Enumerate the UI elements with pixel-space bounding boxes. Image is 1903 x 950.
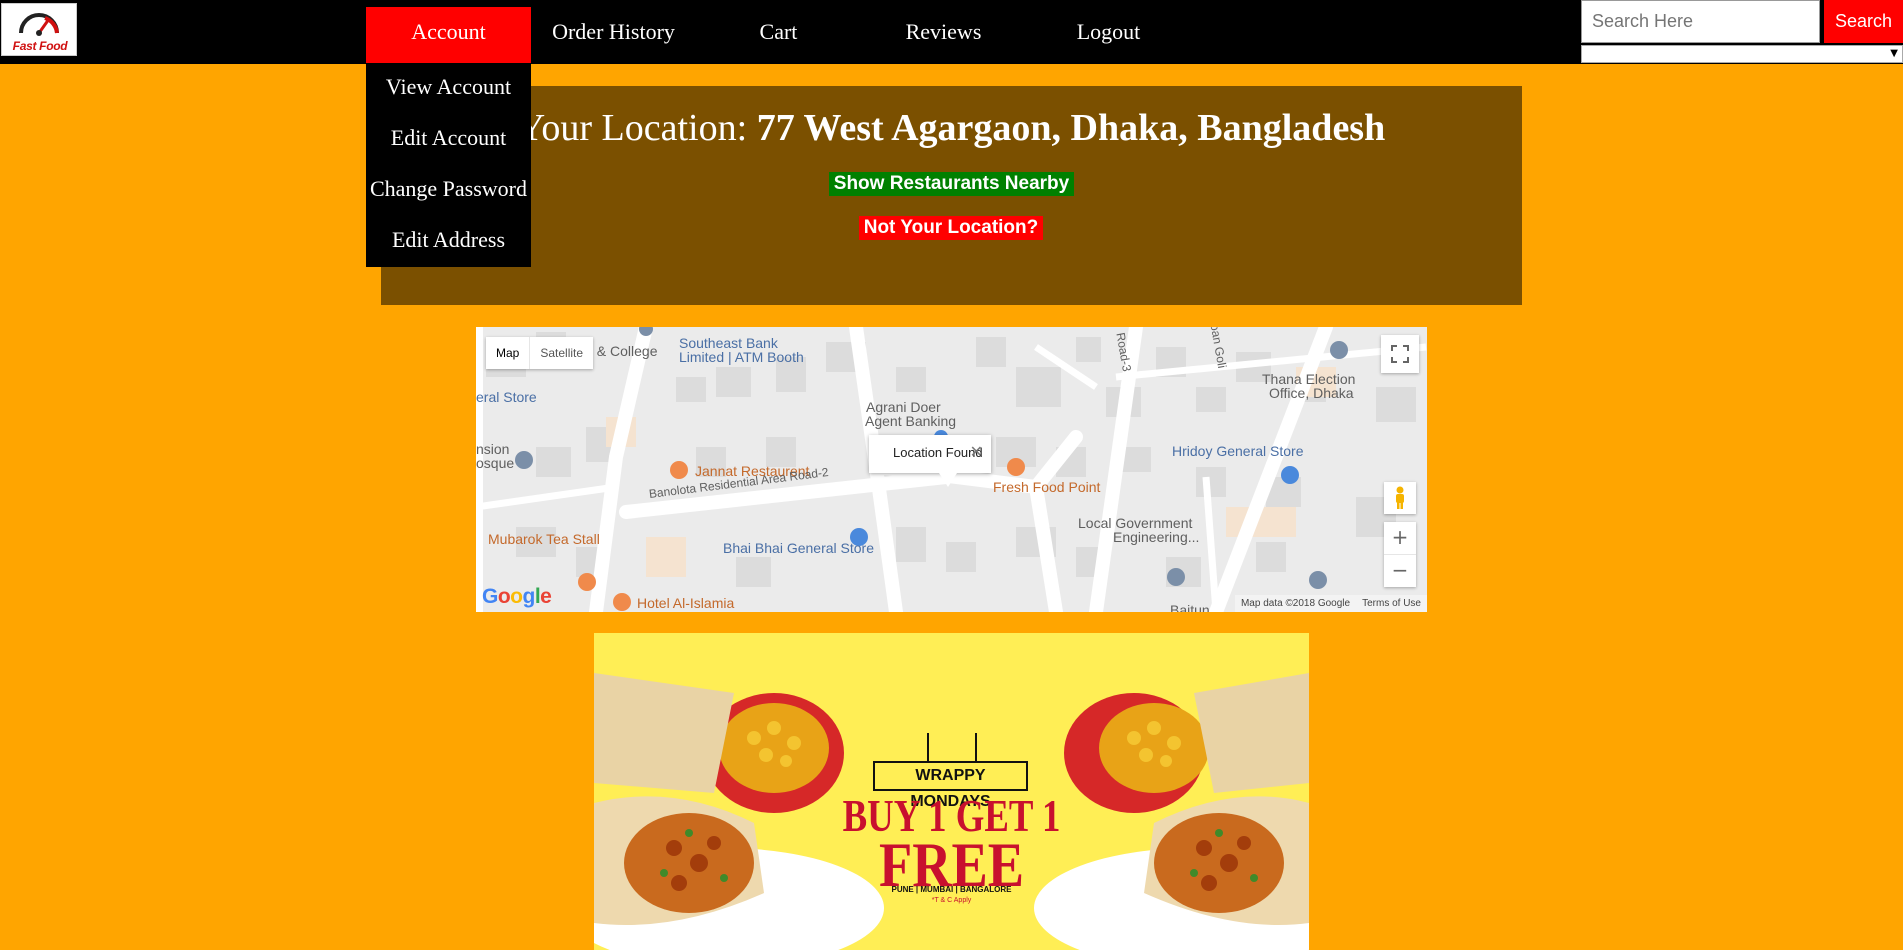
nav-order-history[interactable]: Order History	[531, 7, 696, 63]
promo-cities: PUNE | MUMBAI | BANGALORE	[891, 885, 1012, 894]
street-view-pegman[interactable]	[1384, 482, 1416, 514]
map-label-school: ol & College	[582, 343, 658, 359]
speedometer-icon	[19, 13, 59, 36]
location-heading: Your Location: 77 West Agargaon, Dhaka, …	[381, 106, 1522, 150]
fast-food-logo[interactable]: Fast Food	[1, 3, 77, 56]
map-label-bank-2: Limited | ATM Booth	[679, 349, 804, 365]
location-prefix: Your Location:	[517, 107, 757, 149]
account-dropdown-menu: View Account Edit Account Change Passwor…	[366, 63, 531, 267]
fullscreen-button[interactable]	[1381, 335, 1419, 373]
map-label-local-gov-2: Engineering...	[1113, 529, 1200, 545]
zoom-out-button[interactable]: −	[1384, 554, 1416, 587]
promo-banner[interactable]: WRAPPY MONDAYS BUY 1 GET 1 FREE PUNE | M…	[594, 633, 1309, 950]
map-label-thana-2: Office, Dhaka	[1269, 385, 1354, 401]
zoom-control: + −	[1384, 522, 1416, 587]
top-navbar: Fast Food Account Order History Cart Rev…	[0, 0, 1903, 64]
google-logo: Google	[482, 585, 552, 608]
close-icon[interactable]: ✕	[970, 442, 983, 461]
dropdown-arrow-icon: ▼	[1890, 48, 1898, 59]
nav-cart[interactable]: Cart	[696, 7, 861, 63]
zoom-in-button[interactable]: +	[1384, 522, 1416, 554]
promo-tag: WRAPPY MONDAYS	[873, 761, 1028, 810]
map-label-baitun: Baitun	[1170, 602, 1210, 612]
nav-logout[interactable]: Logout	[1026, 7, 1191, 63]
search-button[interactable]: Search	[1824, 0, 1903, 43]
search-input[interactable]	[1581, 0, 1820, 43]
menu-edit-address[interactable]: Edit Address	[366, 216, 531, 267]
menu-change-password[interactable]: Change Password	[366, 165, 531, 216]
map-type-control: Map Satellite	[486, 337, 594, 369]
pegman-icon	[1396, 486, 1404, 509]
location-panel: Your Location: 77 West Agargaon, Dhaka, …	[381, 86, 1522, 305]
location-infowindow: Location Found ✕	[869, 435, 991, 487]
show-restaurants-nearby-button[interactable]: Show Restaurants Nearby	[829, 172, 1074, 196]
menu-view-account[interactable]: View Account	[366, 63, 531, 114]
map-type-satellite[interactable]: Satellite	[529, 337, 593, 369]
map-label-store-left: eral Store	[476, 389, 537, 405]
map-label-mosque-2: osque	[476, 455, 515, 471]
menu-edit-account[interactable]: Edit Account	[366, 114, 531, 165]
search-category-select[interactable]: ▼	[1581, 45, 1903, 63]
map-label-mubarok: Mubarok Tea Stall	[488, 531, 600, 547]
map-label-freshfood: Fresh Food Point	[993, 479, 1101, 495]
map-label-islamia: Hotel Al-Islamia	[637, 595, 735, 611]
promo-terms: *T & C Apply	[931, 897, 972, 904]
map-label-bhai: Bhai Bhai General Store	[723, 540, 874, 556]
not-your-location-button[interactable]: Not Your Location?	[859, 216, 1043, 240]
map-label-agrani-2: Agent Banking	[865, 413, 957, 429]
google-map[interactable]: ol & College Southeast Bank Limited | AT…	[476, 327, 1427, 612]
map-type-map[interactable]: Map	[486, 337, 529, 369]
nav-reviews[interactable]: Reviews	[861, 7, 1026, 63]
map-attribution: Map data ©2018 Google	[1240, 598, 1351, 609]
fullscreen-icon	[1391, 345, 1409, 363]
map-label-hridoy: Hridoy General Store	[1172, 443, 1304, 459]
nav-account[interactable]: Account	[366, 7, 531, 63]
location-address: 77 West Agargaon, Dhaka, Bangladesh	[756, 107, 1386, 149]
map-footer: Map data ©2018 Google Terms of Use	[1234, 595, 1427, 612]
logo-text: Fast Food	[12, 39, 68, 53]
map-terms-link[interactable]: Terms of Use	[1356, 595, 1427, 612]
infowindow-tail	[939, 473, 957, 487]
